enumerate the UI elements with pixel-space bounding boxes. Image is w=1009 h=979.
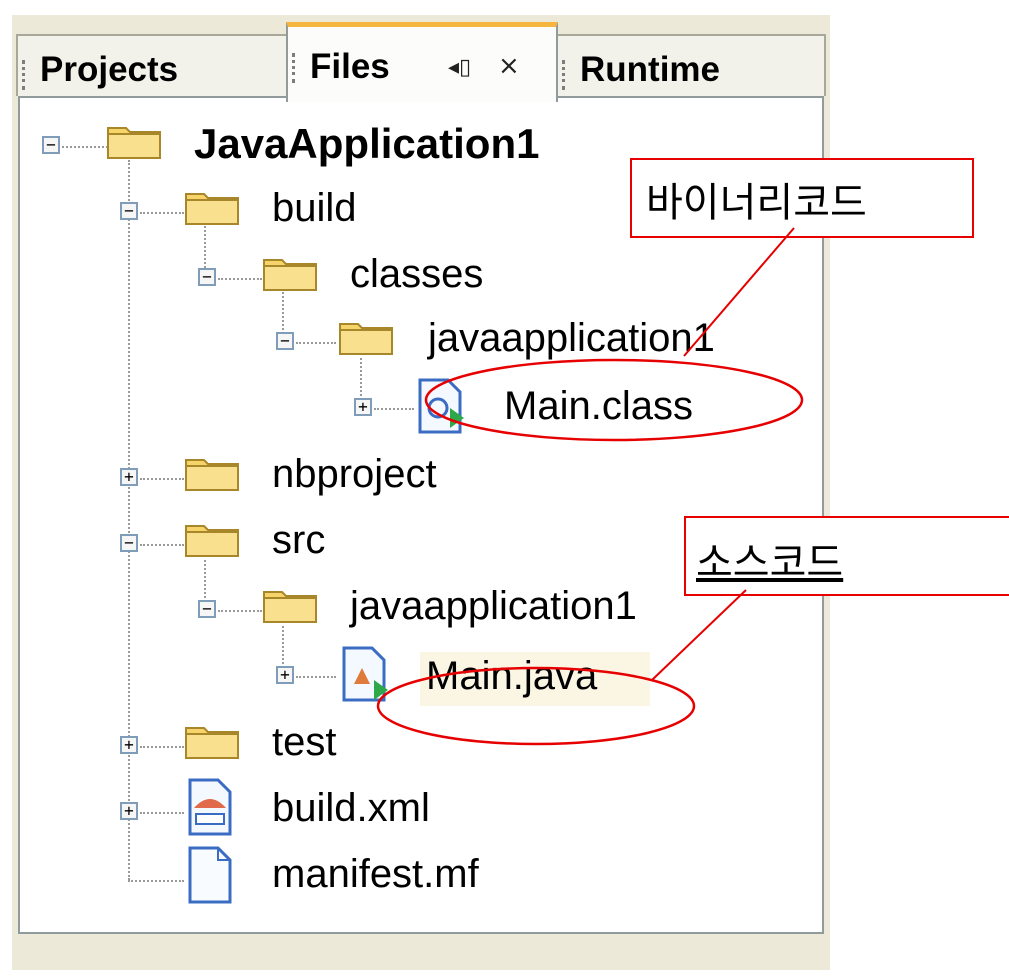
tree-item-main-java[interactable]: Main.java	[426, 654, 597, 699]
tree-line	[128, 880, 184, 882]
tab-projects-label: Projects	[40, 50, 179, 89]
tree-line	[128, 160, 130, 880]
tree-item-package[interactable]: javaapplication1	[428, 316, 715, 361]
expand-toggle[interactable]: +	[120, 802, 138, 820]
tree-line	[296, 342, 336, 344]
tree-line	[140, 478, 184, 480]
tab-runtime[interactable]: Runtime	[556, 34, 826, 96]
tab-runtime-label: Runtime	[580, 50, 720, 89]
close-icon[interactable]: ×	[498, 51, 520, 81]
java-file-icon	[342, 646, 388, 702]
tree-line	[374, 408, 414, 410]
binary-code-label: 바이너리코드	[646, 180, 867, 226]
folder-icon	[185, 727, 239, 759]
expand-toggle[interactable]: +	[120, 468, 138, 486]
tree-line	[140, 212, 184, 214]
tree-line	[140, 812, 184, 814]
collapse-toggle[interactable]: −	[198, 600, 216, 618]
tree-item-nbproject[interactable]: nbproject	[272, 452, 437, 497]
tree-item-src[interactable]: src	[272, 518, 325, 563]
tree-item-build-xml[interactable]: build.xml	[272, 786, 430, 831]
ant-build-file-icon	[188, 778, 232, 836]
tab-grip	[292, 53, 299, 83]
collapse-toggle[interactable]: −	[120, 534, 138, 552]
tab-grip	[22, 60, 29, 90]
folder-icon	[263, 591, 317, 623]
collapse-toggle[interactable]: −	[120, 202, 138, 220]
tree-item-classes[interactable]: classes	[350, 252, 483, 297]
tab-grip	[562, 60, 569, 90]
tree-item-build[interactable]: build	[272, 186, 357, 231]
collapse-toggle[interactable]: −	[42, 136, 60, 154]
tree-item-test[interactable]: test	[272, 720, 336, 765]
tree-item-package[interactable]: javaapplication1	[350, 584, 637, 629]
tree-root-label[interactable]: JavaApplication1	[194, 120, 539, 168]
tree-line	[218, 610, 262, 612]
collapse-toggle[interactable]: −	[276, 332, 294, 350]
tree-line	[140, 544, 184, 546]
file-icon	[188, 846, 232, 904]
expand-toggle[interactable]: +	[354, 398, 372, 416]
tree-item-manifest[interactable]: manifest.mf	[272, 852, 479, 897]
folder-icon	[339, 323, 393, 355]
tree-line	[62, 146, 108, 148]
tree-line	[140, 746, 184, 748]
minimize-window-icon[interactable]: ◂▯	[448, 55, 471, 80]
tab-files[interactable]: Files ◂▯ ×	[286, 22, 558, 102]
tree-line	[296, 676, 336, 678]
folder-icon	[107, 127, 161, 159]
collapse-toggle[interactable]: −	[198, 268, 216, 286]
tree-item-main-class[interactable]: Main.class	[504, 384, 693, 429]
folder-icon	[263, 259, 317, 291]
tree-line	[218, 278, 262, 280]
tab-projects[interactable]: Projects	[16, 34, 288, 96]
folder-icon	[185, 193, 239, 225]
class-file-icon	[418, 378, 464, 434]
tab-files-label: Files	[310, 47, 390, 86]
folder-icon	[185, 525, 239, 557]
source-code-label: 소스코드	[696, 540, 844, 586]
expand-toggle[interactable]: +	[120, 736, 138, 754]
folder-icon	[185, 459, 239, 491]
expand-toggle[interactable]: +	[276, 666, 294, 684]
